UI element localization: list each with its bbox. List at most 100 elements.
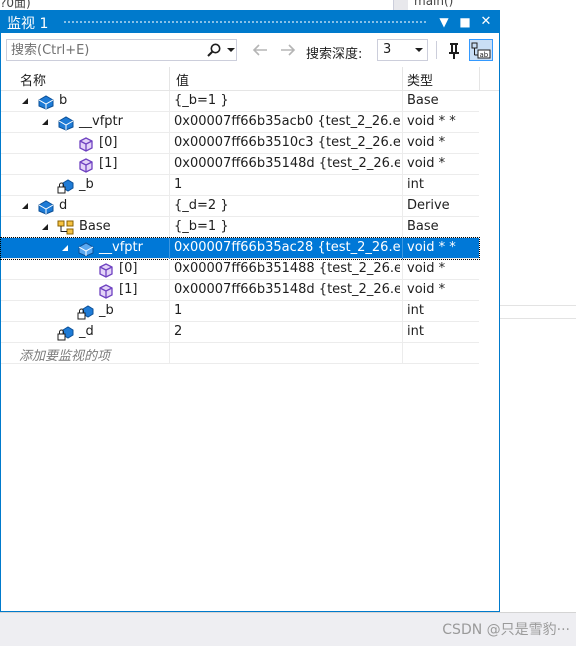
svg-text:ab: ab: [480, 51, 489, 59]
cell-divider: [169, 238, 170, 259]
watch-row[interactable]: [0] 0x00007ff66b3510c3 {test_2_26.exe!Bas…: [1, 133, 479, 154]
back-arrow-icon[interactable]: [251, 42, 269, 58]
row-type: void *: [407, 282, 446, 297]
row-name: __vfptr: [79, 114, 123, 129]
watch-row[interactable]: __vfptr 0x00007ff66b35acb0 {test_2_26.exe…: [1, 112, 479, 133]
expand-arrow-icon[interactable]: [21, 97, 29, 105]
function-dropdown-fragment[interactable]: main(): [414, 0, 453, 8]
cell-divider: [402, 322, 403, 343]
cell-divider: [402, 154, 403, 175]
chevron-down-icon[interactable]: [226, 42, 236, 58]
watch-row[interactable]: d {_d=2 } Derive: [1, 196, 479, 217]
row-name: [0]: [119, 261, 138, 276]
close-button[interactable]: ✕: [477, 13, 495, 31]
bottom-panel-strip: CSDN @只是雪豹···: [0, 612, 576, 646]
search-input[interactable]: [11, 41, 201, 59]
cell-divider: [169, 322, 170, 343]
cube-icon: [99, 284, 113, 299]
cell-divider: [402, 217, 403, 238]
search-depth-value: 3: [383, 42, 392, 57]
private-field-icon: [77, 305, 94, 320]
search-icon[interactable]: [206, 42, 222, 58]
expand-arrow-icon[interactable]: [41, 223, 49, 231]
watch-row[interactable]: __vfptr 0x00007ff66b35ac28 {test_2_26.exe…: [0, 237, 480, 260]
row-value[interactable]: 0x00007ff66b351488 {test_2_26.exe!Derive…: [174, 261, 400, 276]
add-watch-row[interactable]: 添加要监视的项: [1, 343, 479, 364]
window-titlebar[interactable]: 监视 1 ▼ ■ ✕: [1, 11, 499, 33]
search-depth-select[interactable]: 3: [377, 39, 428, 61]
forward-arrow-icon[interactable]: [279, 42, 297, 58]
watch-row[interactable]: _d 2 int: [1, 322, 479, 343]
row-value[interactable]: {_d=2 }: [174, 198, 400, 213]
expand-arrow-icon[interactable]: [41, 118, 49, 126]
object-icon: [38, 95, 54, 110]
cell-divider: [402, 196, 403, 217]
watch-row[interactable]: Base {_b=1 } Base: [1, 217, 479, 238]
row-value[interactable]: 1: [174, 303, 400, 318]
columns-icon: ab: [471, 42, 491, 59]
watch-row[interactable]: [1] 0x00007ff66b35148d {test_2_26.exe!Bas…: [1, 154, 479, 175]
row-type: int: [407, 324, 424, 339]
row-name: [1]: [99, 156, 118, 171]
maximize-button[interactable]: ■: [456, 13, 474, 31]
watch-row[interactable]: b {_b=1 } Base: [1, 91, 479, 112]
watch-row[interactable]: [0] 0x00007ff66b351488 {test_2_26.exe!Der…: [1, 259, 479, 280]
column-header-value[interactable]: 值: [176, 70, 189, 89]
row-value[interactable]: 0x00007ff66b35148d {test_2_26.exe!Base::…: [174, 282, 400, 297]
row-type: int: [407, 303, 424, 318]
window-menu-button[interactable]: ▼: [435, 13, 453, 31]
watch-toolbar: 搜索深度: 3 ab: [1, 33, 499, 65]
cell-divider: [169, 133, 170, 154]
cell-divider: [169, 217, 170, 238]
column-resizer[interactable]: [402, 67, 403, 90]
row-type: void * *: [407, 114, 456, 129]
watch-row[interactable]: [1] 0x00007ff66b35148d {test_2_26.exe!Bas…: [1, 280, 479, 301]
watch-row[interactable]: _b 1 int: [1, 175, 479, 196]
cube-icon: [79, 137, 93, 152]
private-field-icon: [57, 179, 74, 194]
drag-grip[interactable]: [63, 20, 427, 25]
cell-divider: [402, 280, 403, 301]
cube-icon: [99, 263, 113, 278]
column-header-type[interactable]: 类型: [407, 70, 433, 89]
object-icon: [38, 200, 54, 215]
watermark: CSDN @只是雪豹···: [442, 622, 570, 638]
cell-divider: [169, 259, 170, 280]
column-resizer[interactable]: [169, 67, 170, 90]
row-name: _b: [99, 303, 114, 318]
cell-divider: [169, 343, 170, 364]
expand-arrow-icon[interactable]: [21, 202, 29, 210]
cell-divider: [402, 91, 403, 112]
cell-divider: [402, 175, 403, 196]
search-box[interactable]: [6, 39, 237, 61]
expand-arrow-icon[interactable]: [61, 244, 69, 252]
row-value[interactable]: 0x00007ff66b35acb0 {test_2_26.exe!void(*…: [174, 114, 400, 129]
watch-row[interactable]: _b 1 int: [1, 301, 479, 322]
row-value[interactable]: 0x00007ff66b35ac28 {test_2_26.exe!void(*…: [174, 240, 400, 255]
row-name: b: [59, 93, 68, 108]
row-value[interactable]: 0x00007ff66b3510c3 {test_2_26.exe!Base::…: [174, 135, 400, 150]
toolbar-separator: [436, 41, 437, 59]
row-type: int: [407, 177, 424, 192]
chevron-down-icon: [415, 48, 423, 52]
row-value[interactable]: 2: [174, 324, 400, 339]
row-value[interactable]: {_b=1 }: [174, 219, 400, 234]
cell-divider: [402, 238, 403, 259]
row-type: void * *: [407, 240, 456, 255]
row-name: __vfptr: [99, 240, 143, 255]
editor-splitter: [393, 0, 408, 10]
pin-icon[interactable]: [444, 40, 464, 60]
hex-display-toggle[interactable]: ab: [469, 39, 493, 61]
object-icon: [58, 116, 74, 131]
cell-divider: [169, 280, 170, 301]
row-value[interactable]: 1: [174, 177, 400, 192]
row-name: Base: [79, 219, 111, 234]
window-title: 监视 1: [7, 16, 49, 32]
column-header-name[interactable]: 名称: [20, 70, 46, 89]
cell-divider: [169, 175, 170, 196]
row-value[interactable]: 0x00007ff66b35148d {test_2_26.exe!Base::…: [174, 156, 400, 171]
row-value[interactable]: {_b=1 }: [174, 93, 400, 108]
editor-divider: [500, 318, 576, 319]
add-watch-placeholder[interactable]: 添加要监视的项: [19, 345, 110, 364]
cell-divider: [169, 301, 170, 322]
